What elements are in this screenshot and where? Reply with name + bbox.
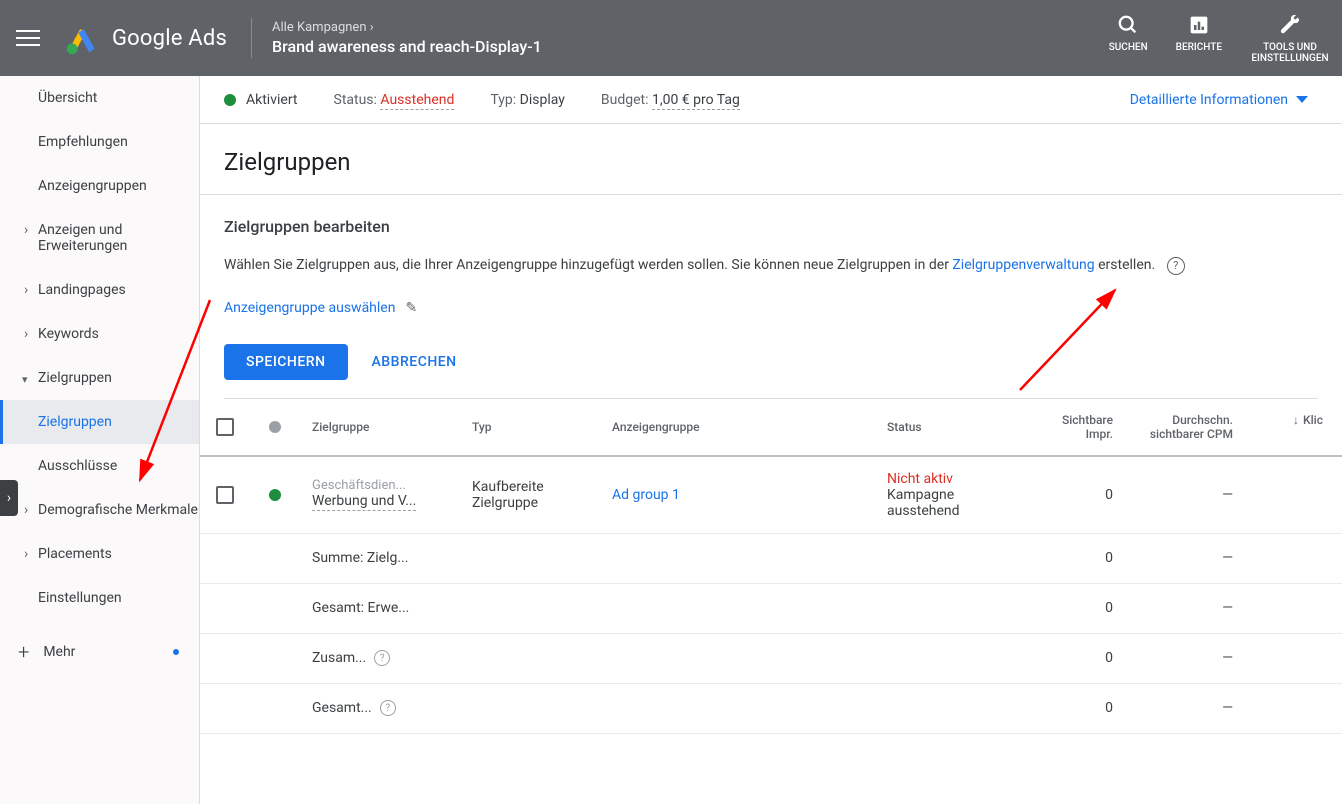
select-adgroup-link[interactable]: Anzeigengruppe auswählen [224,300,395,316]
sort-arrow-icon: ↓ [1293,413,1299,427]
table-summary-row: Gesamt: Erwe... 0 — [200,584,1342,634]
summary-cpm: — [1125,634,1245,683]
summary-label: Summe: Zielg... [300,534,460,583]
summary-label: Gesamt...? [300,684,460,733]
details-link[interactable]: Detaillierte Informationen [1130,92,1308,108]
summary-cpm: — [1125,684,1245,733]
chevron-down-icon [1296,96,1308,103]
select-all-checkbox[interactable] [216,418,234,436]
section-description: Wählen Sie Zielgruppen aus, die Ihrer An… [224,256,1318,276]
cell-impressions: 0 [1025,457,1125,533]
status-filter-icon[interactable] [269,421,281,433]
status-dot-icon [224,94,236,106]
breadcrumb[interactable]: Alle Kampagnen Brand awareness and reach… [272,20,1109,56]
sidebar-item-adgroups[interactable]: Anzeigengruppen [0,164,199,208]
reports-button[interactable]: BERICHTE [1176,12,1222,53]
type-field: Typ: Display [490,92,564,108]
main-content: Aktiviert Status: Ausstehend Typ: Displa… [200,76,1342,804]
col-audience[interactable]: Zielgruppe [300,399,460,455]
sidebar-item-recommendations[interactable]: Empfehlungen [0,120,199,164]
summary-label: Gesamt: Erwe... [300,584,460,633]
cancel-button[interactable]: ABBRECHEN [372,354,457,370]
search-button[interactable]: SUCHEN [1109,12,1148,53]
table-header: Zielgruppe Typ Anzeigengruppe Status Sic… [200,399,1342,457]
sidebar-item-ads-extensions[interactable]: Anzeigen und Erweiterungen [0,208,199,268]
status-activated[interactable]: Aktiviert [246,92,298,108]
plus-icon: + [18,640,29,664]
summary-impressions: 0 [1025,634,1125,683]
summary-impressions: 0 [1025,584,1125,633]
sidebar-item-overview[interactable]: Übersicht [0,76,199,120]
sidebar-item-settings[interactable]: Einstellungen [0,576,199,620]
status-dot-icon[interactable] [269,489,281,501]
table-summary-row: Summe: Zielg... 0 — [200,534,1342,584]
logo-text: Google Ads [112,26,227,51]
cell-cpm: — [1125,457,1245,533]
col-cpm[interactable]: Durchschn. sichtbarer CPM [1125,399,1245,455]
sidebar-item-landingpages[interactable]: Landingpages [0,268,199,312]
table-row: Geschäftsdien... Werbung und V... Kaufbe… [200,457,1342,534]
status-subtext: Kampagne ausstehend [887,487,1013,519]
sidebar: Übersicht Empfehlungen Anzeigengruppen A… [0,76,200,804]
notification-dot-icon [173,649,179,655]
audience-name[interactable]: Werbung und V... [312,493,416,511]
summary-cpm: — [1125,534,1245,583]
sidebar-item-keywords[interactable]: Keywords [0,312,199,356]
col-adgroup[interactable]: Anzeigengruppe [600,399,875,455]
col-clicks[interactable]: ↓Klic [1245,399,1335,455]
expand-panel-icon[interactable]: › [0,480,18,516]
audience-management-link[interactable]: Zielgruppenverwaltung [952,257,1094,273]
info-icon[interactable]: ? [380,700,396,716]
cell-type: Kaufbereite Zielgruppe [460,457,600,533]
section-title: Zielgruppen bearbeiten [224,217,1318,236]
pencil-icon[interactable]: ✎ [405,300,417,316]
table-summary-row: Gesamt...? 0 — [200,684,1342,734]
breadcrumb-current: Brand awareness and reach-Display-1 [272,37,1109,56]
audiences-table: Zielgruppe Typ Anzeigengruppe Status Sic… [200,399,1342,734]
tools-button[interactable]: TOOLS UND EINSTELLUNGEN [1250,12,1330,64]
sidebar-sub-audiences[interactable]: Zielgruppen [0,400,199,444]
summary-impressions: 0 [1025,684,1125,733]
summary-label: Zusam...? [300,634,460,683]
status-field: Status: Ausstehend [334,92,455,108]
divider [251,18,252,58]
breadcrumb-parent[interactable]: Alle Kampagnen [272,20,1109,35]
search-icon [1109,12,1148,38]
logo[interactable]: Google Ads [64,20,227,56]
sidebar-sub-exclusions[interactable]: Ausschlüsse [0,444,199,488]
help-icon[interactable]: ? [1167,257,1185,275]
summary-cpm: — [1125,584,1245,633]
adgroup-link[interactable]: Ad group 1 [612,487,680,503]
menu-icon[interactable] [16,26,40,50]
col-impressions[interactable]: Sichtbare Impr. [1025,399,1125,455]
col-status[interactable]: Status [875,399,1025,455]
sidebar-more[interactable]: + Mehr [0,620,199,684]
status-text: Nicht aktiv [887,471,953,487]
info-icon[interactable]: ? [374,650,390,666]
sidebar-item-demographics[interactable]: Demografische Merkmale [0,488,199,532]
sidebar-item-audiences[interactable]: Zielgruppen [0,356,199,400]
budget-field: Budget: 1,00 € pro Tag [601,92,740,108]
col-type[interactable]: Typ [460,399,600,455]
save-button[interactable]: SPEICHERN [224,344,348,380]
sidebar-item-placements[interactable]: Placements [0,532,199,576]
audience-category: Geschäftsdien... [312,478,406,493]
table-summary-row: Zusam...? 0 — [200,634,1342,684]
row-checkbox[interactable] [216,486,234,504]
summary-impressions: 0 [1025,534,1125,583]
google-ads-logo-icon [64,20,100,56]
app-header: Google Ads Alle Kampagnen Brand awarenes… [0,0,1342,76]
wrench-icon [1250,12,1330,38]
bar-chart-icon [1176,12,1222,38]
